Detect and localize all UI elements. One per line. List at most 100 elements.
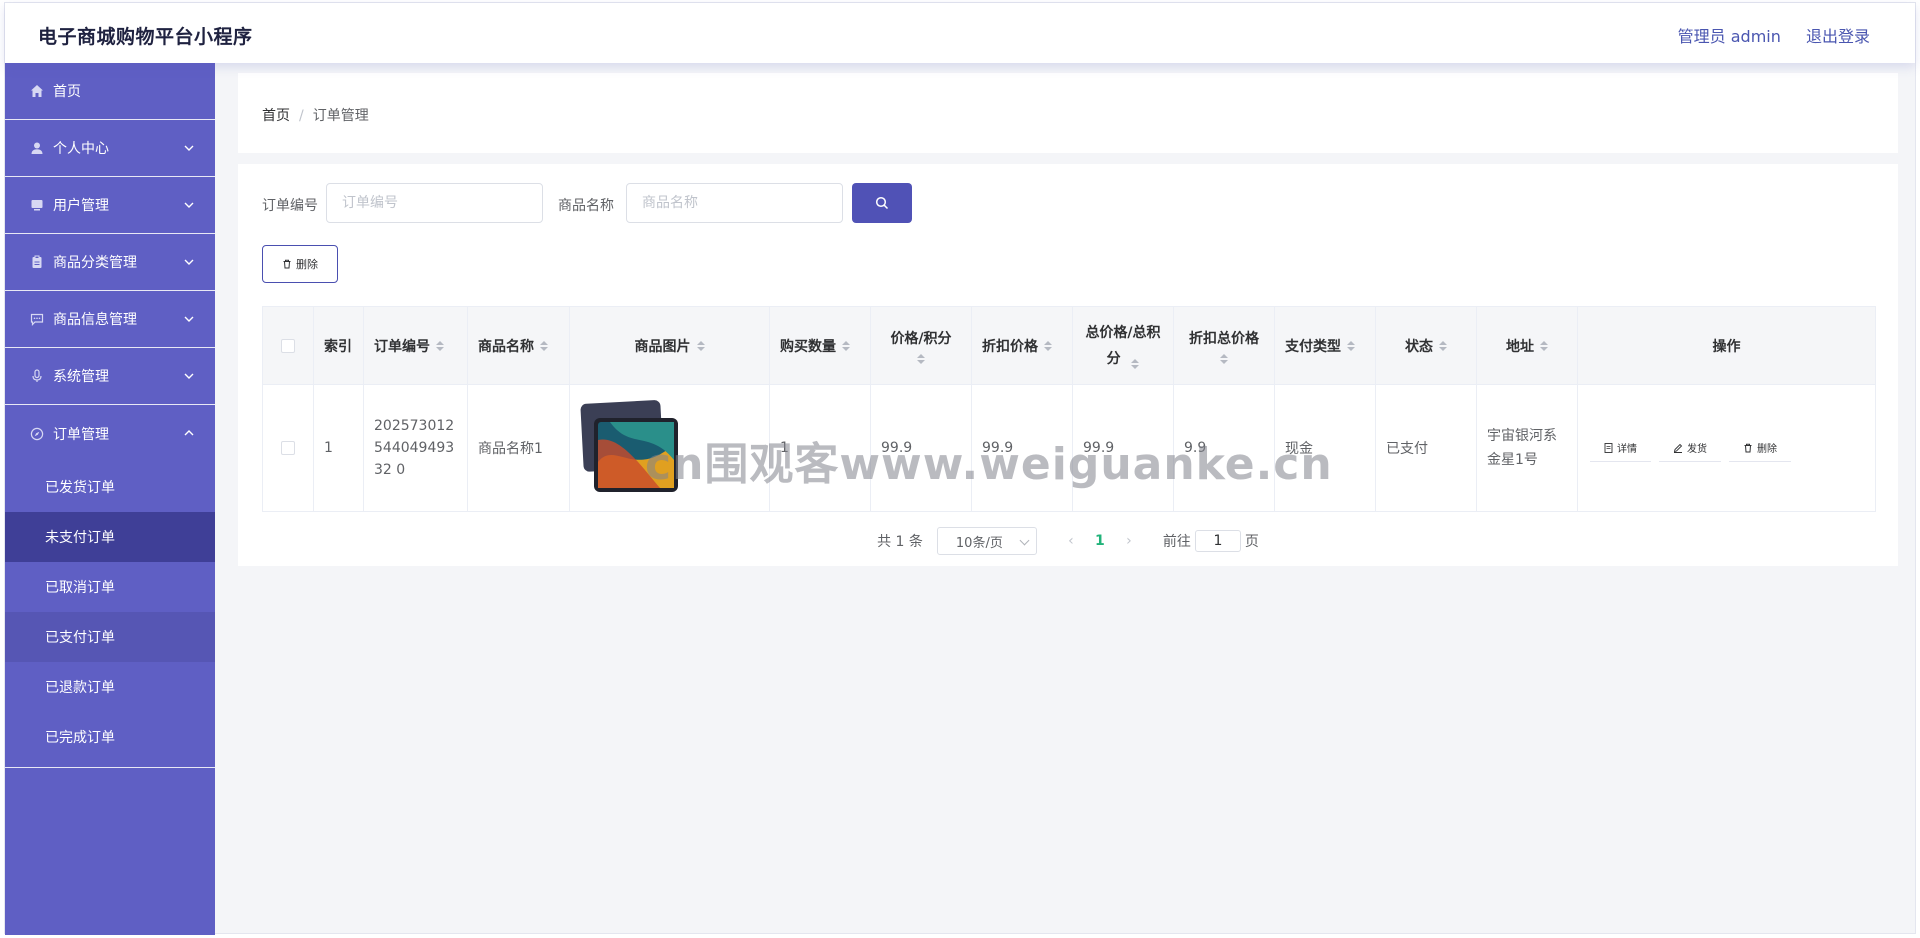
sort-icon[interactable] bbox=[1131, 358, 1140, 369]
page-size-select[interactable]: 10条/页 bbox=[936, 527, 1037, 555]
col-total-label: 总价格/总积分 bbox=[1085, 324, 1161, 367]
col-pay-type[interactable]: 支付类型 bbox=[1275, 307, 1376, 384]
col-order-no[interactable]: 订单编号 bbox=[364, 307, 468, 384]
delete-row-button[interactable]: 删除 bbox=[1729, 434, 1791, 462]
sidebar-item-label: 个人中心 bbox=[53, 141, 109, 157]
sort-icon[interactable] bbox=[1044, 340, 1052, 351]
clipboard-icon bbox=[29, 255, 44, 270]
trash-icon bbox=[283, 259, 291, 269]
batch-delete-button[interactable]: 删除 bbox=[262, 245, 338, 283]
cell-status: 已支付 bbox=[1376, 385, 1477, 511]
submenu-cancelled-orders[interactable]: 已取消订单 bbox=[5, 562, 215, 612]
goto-page: 前往 1 页 bbox=[1163, 530, 1259, 552]
col-discount-total-label: 折扣总价格 bbox=[1189, 330, 1259, 347]
col-status[interactable]: 状态 bbox=[1376, 307, 1477, 384]
cell-actions: 详情 发货 删除 bbox=[1578, 385, 1875, 511]
col-address[interactable]: 地址 bbox=[1477, 307, 1578, 384]
batch-delete-label: 删除 bbox=[296, 258, 318, 271]
breadcrumb-separator: / bbox=[299, 108, 304, 124]
chevron-down-icon bbox=[184, 259, 194, 265]
search-icon bbox=[875, 196, 889, 210]
next-page-button[interactable]: › bbox=[1115, 533, 1143, 549]
order-no-label: 订单编号 bbox=[262, 198, 318, 214]
monitor-icon bbox=[29, 198, 44, 213]
sort-icon[interactable] bbox=[540, 340, 548, 351]
sidebar-item-category-management[interactable]: 商品分类管理 bbox=[5, 234, 215, 291]
col-pay-type-label: 支付类型 bbox=[1285, 338, 1341, 355]
chevron-up-icon bbox=[184, 430, 194, 436]
submenu-completed-orders[interactable]: 已完成订单 bbox=[5, 712, 215, 762]
col-index: 索引 bbox=[314, 307, 364, 384]
sidebar-item-home[interactable]: 首页 bbox=[5, 63, 215, 120]
col-actions: 操作 bbox=[1578, 307, 1875, 384]
logout-link[interactable]: 退出登录 bbox=[1806, 27, 1870, 46]
search-button[interactable] bbox=[852, 183, 912, 223]
row-checkbox[interactable] bbox=[281, 441, 295, 455]
select-all-cell bbox=[263, 307, 314, 384]
sort-icon[interactable] bbox=[1347, 340, 1355, 351]
sidebar: 首页 个人中心 用户管理 商品分类管理 商品信息管理 系统管理 订单管理 已发货… bbox=[5, 63, 215, 935]
order-list-card: 订单编号 订单编号 商品名称 商品名称 删除 索引 订单编号 商品名称 商品图片… bbox=[238, 164, 1898, 566]
breadcrumb-home[interactable]: 首页 bbox=[262, 108, 290, 124]
pagination-total: 共 1 条 bbox=[877, 534, 923, 550]
submenu-paid-orders[interactable]: 已支付订单 bbox=[5, 612, 215, 662]
chat-icon bbox=[29, 312, 44, 327]
goods-name-input[interactable]: 商品名称 bbox=[626, 183, 843, 223]
submenu-unpaid-orders[interactable]: 未支付订单 bbox=[5, 512, 215, 562]
col-quantity[interactable]: 购买数量 bbox=[770, 307, 871, 384]
sidebar-item-label: 首页 bbox=[53, 84, 81, 100]
col-price-label: 价格/积分 bbox=[890, 330, 952, 347]
page-size-value: 10条/页 bbox=[955, 535, 1003, 551]
chevron-down-icon bbox=[184, 316, 194, 322]
admin-user-link[interactable]: 管理员 admin bbox=[1678, 27, 1781, 46]
col-price[interactable]: 价格/积分 bbox=[871, 307, 972, 384]
col-discount-price[interactable]: 折扣价格 bbox=[972, 307, 1073, 384]
submenu-refunded-orders[interactable]: 已退款订单 bbox=[5, 662, 215, 712]
prev-page-button[interactable]: ‹ bbox=[1057, 533, 1085, 549]
chevron-down-icon bbox=[1019, 535, 1030, 546]
col-goods-image[interactable]: 商品图片 bbox=[570, 307, 770, 384]
breadcrumb-current: 订单管理 bbox=[312, 108, 369, 124]
col-total-label-wrap: 总价格/总积分 bbox=[1083, 320, 1163, 372]
sort-icon[interactable] bbox=[842, 340, 850, 351]
microphone-icon bbox=[29, 369, 44, 384]
sidebar-item-user-management[interactable]: 用户管理 bbox=[5, 177, 215, 234]
breadcrumb-card: 首页 / 订单管理 bbox=[238, 73, 1898, 153]
pagination: 共 1 条 10条/页 ‹ 1 › 前往 1 页 bbox=[238, 527, 1898, 555]
col-discount-total[interactable]: 折扣总价格 bbox=[1174, 307, 1275, 384]
cell-index: 1 bbox=[314, 385, 364, 511]
sort-icon[interactable] bbox=[1220, 353, 1228, 364]
sidebar-item-goods-info-management[interactable]: 商品信息管理 bbox=[5, 291, 215, 348]
goto-suffix: 页 bbox=[1244, 534, 1259, 550]
sort-icon[interactable] bbox=[917, 353, 925, 364]
sort-icon[interactable] bbox=[696, 340, 705, 351]
select-all-checkbox[interactable] bbox=[281, 338, 295, 353]
sidebar-item-personal-center[interactable]: 个人中心 bbox=[5, 120, 215, 177]
submenu-shipped-orders[interactable]: 已发货订单 bbox=[5, 462, 215, 512]
row-select-cell bbox=[263, 385, 314, 511]
col-goods-name[interactable]: 商品名称 bbox=[468, 307, 570, 384]
col-address-label: 地址 bbox=[1506, 338, 1534, 355]
detail-button[interactable]: 详情 bbox=[1590, 434, 1651, 462]
col-quantity-label: 购买数量 bbox=[780, 338, 836, 355]
col-status-label: 状态 bbox=[1405, 338, 1433, 355]
sidebar-item-system-management[interactable]: 系统管理 bbox=[5, 348, 215, 405]
col-goods-name-label: 商品名称 bbox=[478, 338, 534, 355]
page-number[interactable]: 1 bbox=[1085, 533, 1115, 549]
ship-button-label: 发货 bbox=[1687, 444, 1707, 455]
sort-icon[interactable] bbox=[1439, 340, 1447, 351]
ship-button[interactable]: 发货 bbox=[1659, 434, 1721, 462]
cell-goods-name: 商品名称1 bbox=[468, 385, 570, 511]
user-icon bbox=[29, 141, 44, 156]
detail-button-label: 详情 bbox=[1617, 444, 1637, 455]
order-no-input[interactable]: 订单编号 bbox=[326, 183, 543, 223]
sort-icon[interactable] bbox=[436, 340, 444, 351]
col-total[interactable]: 总价格/总积分 bbox=[1073, 307, 1174, 384]
sidebar-item-label: 用户管理 bbox=[53, 198, 109, 214]
edit-icon bbox=[1673, 443, 1683, 453]
sidebar-item-order-management[interactable]: 订单管理 bbox=[5, 405, 215, 462]
submenu-divider bbox=[5, 762, 215, 768]
sort-icon[interactable] bbox=[1540, 340, 1548, 351]
col-order-no-label: 订单编号 bbox=[374, 338, 430, 355]
goto-page-input[interactable]: 1 bbox=[1194, 530, 1241, 552]
